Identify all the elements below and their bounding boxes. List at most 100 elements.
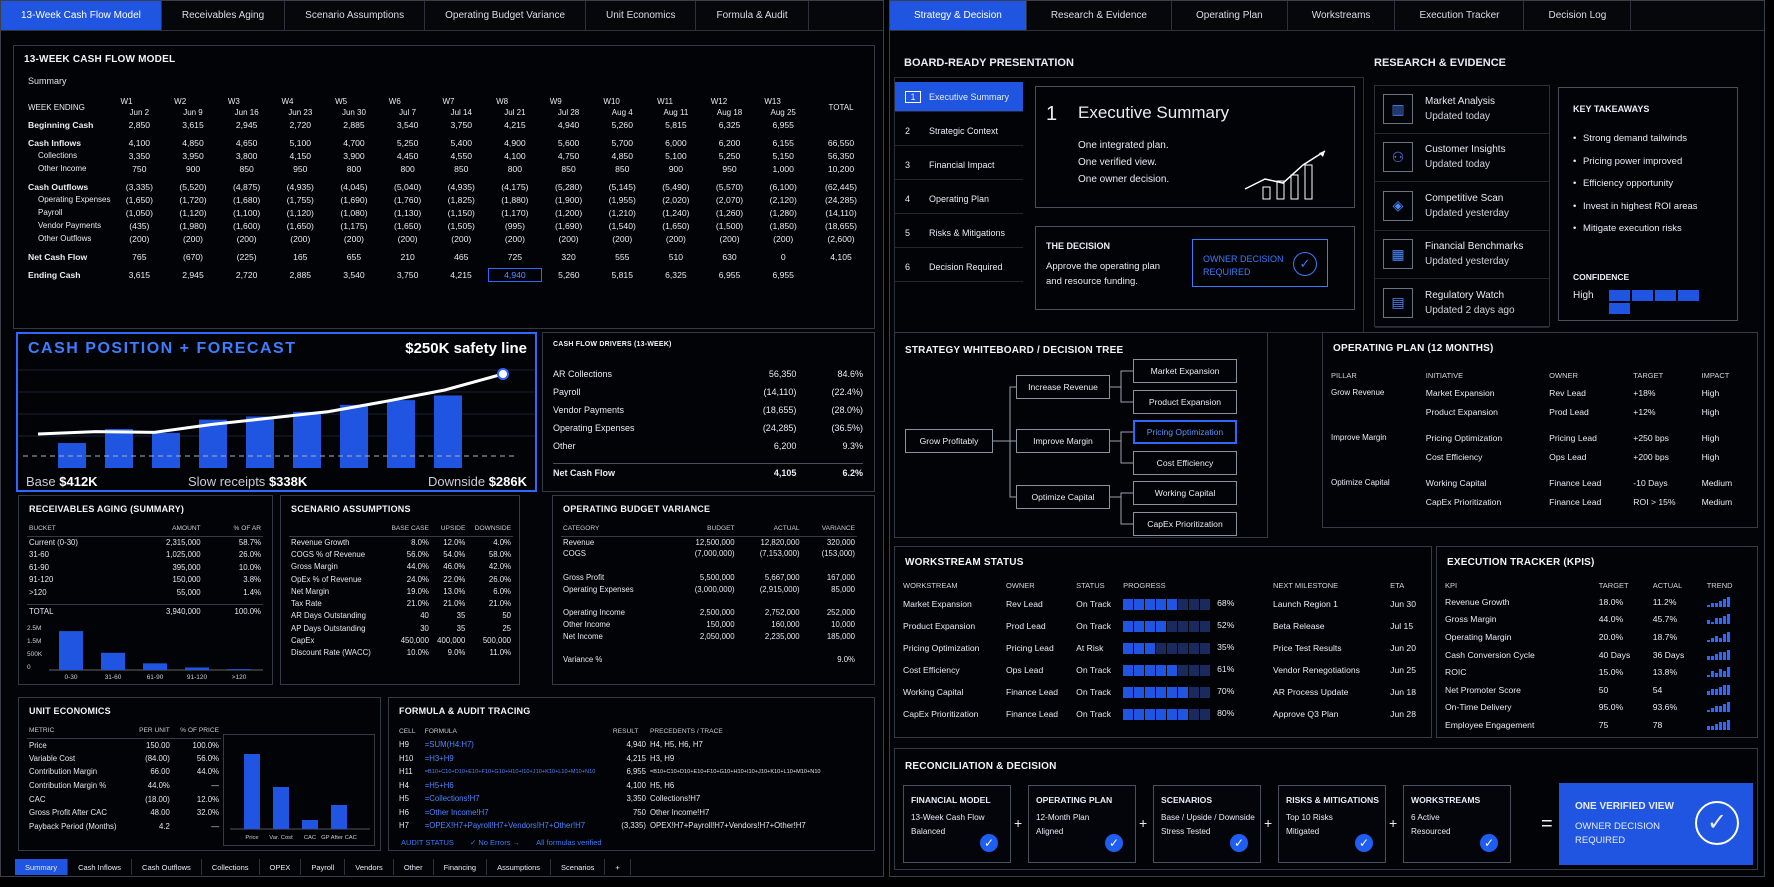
sheet-tab-scenarios[interactable]: Scenarios xyxy=(551,859,606,875)
cell[interactable]: (200) xyxy=(327,232,381,245)
cell[interactable]: 5,250 xyxy=(381,136,435,149)
cell[interactable]: (1,280) xyxy=(756,206,810,219)
cell[interactable]: 5,815 xyxy=(649,118,703,131)
sheet-tab-opex[interactable]: OPEX xyxy=(260,859,302,875)
cell[interactable]: 850 xyxy=(542,162,596,175)
cell[interactable]: (1,650) xyxy=(381,219,435,232)
cell[interactable]: 950 xyxy=(273,162,327,175)
tree-branch-margin[interactable]: Improve Margin xyxy=(1016,429,1110,453)
research-item[interactable]: ◈ Competitive Scan Updated yesterday xyxy=(1375,183,1549,231)
recon-box-risks-mitigations[interactable]: RISKS & MITIGATIONS Top 10 Risks Mitigated… xyxy=(1278,785,1386,863)
cell[interactable]: (1,755) xyxy=(273,193,327,206)
cell[interactable]: 4,215 xyxy=(488,118,542,131)
cell[interactable]: 6,325 xyxy=(703,118,757,131)
cell[interactable]: 4,150 xyxy=(273,149,327,162)
cell[interactable]: (1,505) xyxy=(434,219,488,232)
cell[interactable]: 6,955 xyxy=(703,268,757,281)
cell[interactable] xyxy=(810,268,872,281)
cell[interactable]: 465 xyxy=(434,250,488,263)
cell[interactable]: (1,500) xyxy=(703,219,757,232)
tree-branch-revenue[interactable]: Increase Revenue xyxy=(1016,375,1110,399)
audit-errors[interactable]: ✓ No Errors → xyxy=(470,838,520,847)
cell[interactable]: (1,170) xyxy=(488,206,542,219)
cell[interactable]: (2,600) xyxy=(810,232,872,245)
cell[interactable]: 3,950 xyxy=(166,149,220,162)
cell[interactable]: 5,400 xyxy=(434,136,488,149)
cell[interactable]: 2,850 xyxy=(113,118,167,131)
cell[interactable]: 3,750 xyxy=(434,118,488,131)
cell[interactable]: 5,260 xyxy=(595,118,649,131)
cell[interactable]: 6,000 xyxy=(649,136,703,149)
tab-execution-tracker[interactable]: Execution Tracker xyxy=(1395,1,1525,30)
cell[interactable]: (670) xyxy=(166,250,220,263)
cell[interactable]: (1,240) xyxy=(649,206,703,219)
cell[interactable]: 555 xyxy=(595,250,649,263)
cell[interactable]: 900 xyxy=(166,162,220,175)
tree-leaf-capex[interactable]: CapEx Prioritization xyxy=(1133,512,1237,536)
cell[interactable]: (1,650) xyxy=(113,193,167,206)
tab-decision-log[interactable]: Decision Log xyxy=(1524,1,1632,30)
cell[interactable]: 2,885 xyxy=(327,118,381,131)
cell[interactable]: (4,935) xyxy=(434,180,488,193)
cell[interactable]: (1,080) xyxy=(327,206,381,219)
cell[interactable]: 1,000 xyxy=(756,162,810,175)
sheet-tab-vendors[interactable]: Vendors xyxy=(345,859,394,875)
cell[interactable]: (1,260) xyxy=(703,206,757,219)
cell[interactable]: 4,750 xyxy=(542,149,596,162)
cell[interactable]: (1,850) xyxy=(756,219,810,232)
cell[interactable]: 56,350 xyxy=(810,149,872,162)
tree-leaf-product[interactable]: Product Expansion xyxy=(1133,390,1237,414)
tab-strategy-decision[interactable]: Strategy & Decision xyxy=(890,1,1027,30)
tree-leaf-market[interactable]: Market Expansion xyxy=(1133,359,1237,383)
cell[interactable]: 6,155 xyxy=(756,136,810,149)
cell[interactable]: (1,120) xyxy=(166,206,220,219)
board-nav-item[interactable]: 6 Decision Required xyxy=(895,252,1023,282)
cell[interactable]: (1,050) xyxy=(113,206,167,219)
recon-box-financial-model[interactable]: FINANCIAL MODEL 13-Week Cash Flow Balanced… xyxy=(903,785,1011,863)
cell[interactable]: 5,150 xyxy=(756,149,810,162)
cell[interactable]: 4,850 xyxy=(595,149,649,162)
cell[interactable]: (3,335) xyxy=(113,180,167,193)
tab-receivables-aging[interactable]: Receivables Aging xyxy=(162,1,286,30)
cell[interactable]: 3,750 xyxy=(381,268,435,281)
cell[interactable]: (2,120) xyxy=(756,193,810,206)
cell[interactable]: (435) xyxy=(113,219,167,232)
cell[interactable]: (1,150) xyxy=(434,206,488,219)
board-nav-item[interactable]: 4 Operating Plan xyxy=(895,184,1023,214)
cell[interactable]: 4,700 xyxy=(327,136,381,149)
sheet-tab-assumptions[interactable]: Assumptions xyxy=(487,859,552,875)
cell[interactable]: (14,110) xyxy=(810,206,872,219)
cell[interactable]: 320 xyxy=(542,250,596,263)
cell[interactable]: (200) xyxy=(703,232,757,245)
research-item[interactable]: ⚇ Customer Insights Updated today xyxy=(1375,134,1549,183)
cell[interactable]: (1,880) xyxy=(488,193,542,206)
research-item[interactable]: ▤ Regulatory Watch Updated 2 days ago xyxy=(1375,280,1549,328)
cell[interactable]: 4,100 xyxy=(113,136,167,149)
cell[interactable]: 725 xyxy=(488,250,542,263)
cell[interactable]: (1,720) xyxy=(166,193,220,206)
cell[interactable]: (200) xyxy=(273,232,327,245)
cell[interactable]: 4,850 xyxy=(166,136,220,149)
formula-cell[interactable]: =Collections!H7 xyxy=(423,792,611,806)
cell[interactable]: (5,145) xyxy=(595,180,649,193)
sheet-tab-cash-outflows[interactable]: Cash Outflows xyxy=(132,859,202,875)
sheet-tab-financing[interactable]: Financing xyxy=(434,859,488,875)
cell[interactable]: 4,650 xyxy=(220,136,274,149)
cell[interactable]: (1,825) xyxy=(434,193,488,206)
cell[interactable]: 630 xyxy=(703,250,757,263)
cell[interactable]: 900 xyxy=(649,162,703,175)
tab-scenario-assumptions[interactable]: Scenario Assumptions xyxy=(285,1,426,30)
research-item[interactable]: ▦ Financial Benchmarks Updated yesterday xyxy=(1375,231,1549,280)
cell[interactable]: (5,520) xyxy=(166,180,220,193)
tab-13-week-cash-flow-model[interactable]: 13-Week Cash Flow Model xyxy=(1,1,162,30)
sheet-tab-payroll[interactable]: Payroll xyxy=(301,859,346,875)
tree-leaf-working-capital[interactable]: Working Capital xyxy=(1133,481,1237,505)
cell[interactable]: (1,690) xyxy=(327,193,381,206)
cell[interactable]: 4,900 xyxy=(488,136,542,149)
cell[interactable]: (200) xyxy=(166,232,220,245)
cell[interactable]: 5,815 xyxy=(595,268,649,281)
formula-cell[interactable]: =B10+C10+D10+E10+F10+G10+H10+I10+J10+K10… xyxy=(423,765,611,779)
cell[interactable]: 850 xyxy=(220,162,274,175)
cell[interactable]: (1,200) xyxy=(542,206,596,219)
cell[interactable]: 3,800 xyxy=(220,149,274,162)
